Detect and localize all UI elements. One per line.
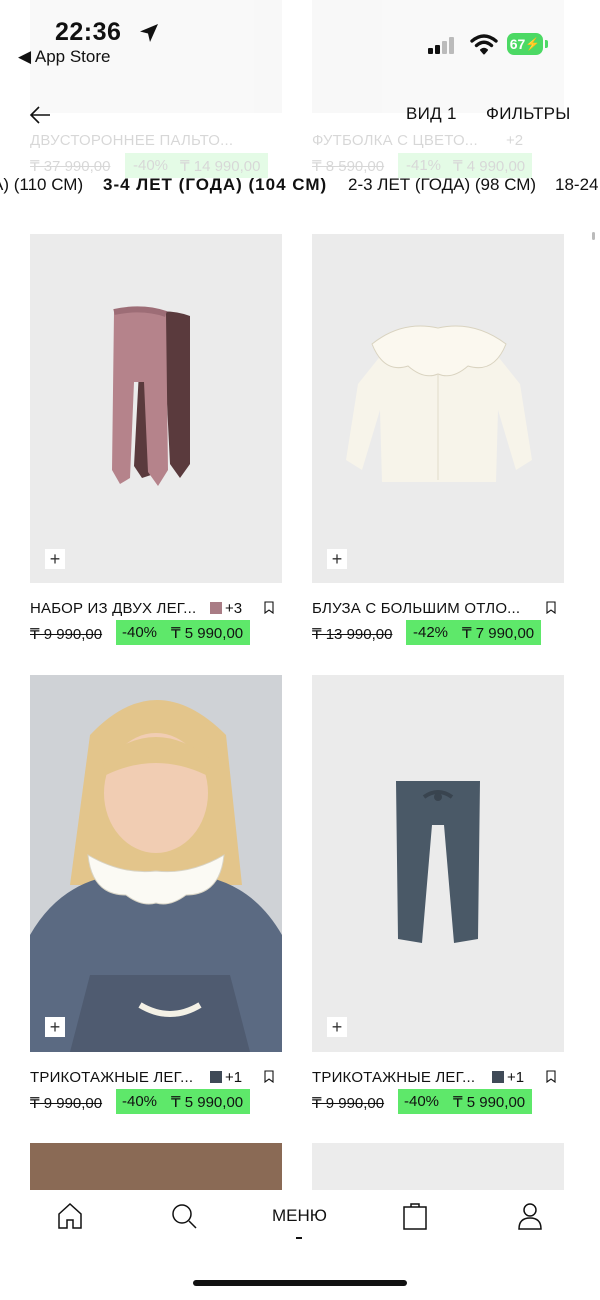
scrollbar[interactable] [592, 232, 595, 240]
sale-price: ₸ 5 990,00 [171, 1093, 244, 1111]
old-price: ₸ 8 590,00 [312, 158, 385, 175]
wifi-icon [470, 34, 498, 55]
product-image[interactable] [30, 1143, 282, 1190]
product-name[interactable]: НАБОР ИЗ ДВУХ ЛЕГ... [30, 600, 196, 617]
view-toggle-button[interactable]: ВИД 1 [406, 104, 457, 124]
menu-active-indicator [296, 1237, 302, 1239]
discount-percent: -40% [404, 1093, 440, 1110]
discount-badge: -40% ₸ 5 990,00 [398, 1089, 532, 1114]
color-count: +3 [225, 600, 243, 617]
blouse-illustration [346, 325, 532, 482]
status-time: 22:36 [55, 18, 122, 46]
product-image[interactable] [312, 1143, 564, 1190]
sale-price: ₸ 5 990,00 [171, 624, 244, 642]
bag-icon[interactable] [402, 1201, 428, 1231]
battery-cap [545, 40, 548, 48]
product-name[interactable]: ТРИКОТАЖНЫЕ ЛЕГ... [312, 1069, 475, 1086]
bookmark-icon[interactable] [546, 601, 556, 614]
discount-percent: -41% [406, 157, 442, 174]
old-price: ₸ 13 990,00 [312, 626, 393, 643]
discount-percent: -42% [413, 624, 449, 641]
color-count: +1 [225, 1069, 243, 1086]
sale-price: ₸ 14 990,00 [180, 157, 261, 175]
product-name[interactable]: БЛУЗА С БОЛЬШИМ ОТЛО... [312, 600, 520, 617]
old-price: ₸ 37 990,00 [30, 158, 111, 175]
discount-badge: -40% ₸ 5 990,00 [116, 1089, 250, 1114]
discount-percent: -40% [133, 157, 169, 174]
discount-percent: -40% [122, 1093, 158, 1110]
sale-price: ₸ 4 990,00 [453, 157, 526, 175]
old-price: ₸ 9 990,00 [30, 1095, 103, 1112]
back-arrow-icon[interactable] [28, 104, 52, 126]
product-image [312, 0, 564, 113]
home-icon[interactable] [57, 1202, 83, 1230]
bookmark-icon[interactable] [264, 601, 274, 614]
product-image[interactable] [30, 234, 282, 583]
add-to-cart-button[interactable]: + [45, 1017, 65, 1037]
color-swatch [210, 602, 222, 614]
sale-price: ₸ 5 990,00 [453, 1093, 526, 1111]
add-to-cart-button[interactable]: + [327, 549, 347, 569]
product-image[interactable] [30, 675, 282, 1052]
battery-indicator: 67 ⚡ [507, 33, 543, 55]
add-to-cart-button[interactable]: + [327, 1017, 347, 1037]
profile-icon[interactable] [517, 1202, 543, 1230]
knit-leggings-illustration [396, 781, 480, 943]
product-image[interactable] [312, 234, 564, 583]
leggings-illustration [112, 306, 190, 486]
old-price: ₸ 9 990,00 [30, 626, 103, 643]
menu-button[interactable]: МЕНЮ [272, 1206, 327, 1226]
girl-photo-illustration [30, 700, 282, 1052]
home-indicator[interactable] [193, 1280, 407, 1286]
size-option[interactable]: 2-3 ЛЕТ (ГОДА) (98 СМ) [348, 175, 536, 195]
discount-percent: -40% [122, 624, 158, 641]
search-icon[interactable] [170, 1202, 198, 1230]
cellular-signal-icon [428, 34, 462, 54]
color-count: +2 [506, 132, 524, 149]
color-count: +1 [507, 1069, 525, 1086]
color-swatch [492, 1071, 504, 1083]
size-filter-strip: А) (110 СМ) 3-4 ЛЕТ (ГОДА) (104 СМ) 2-3 … [0, 175, 600, 199]
back-to-app-store[interactable]: ◀ App Store [18, 47, 110, 67]
product-name: ДВУСТОРОННЕЕ ПАЛЬТО... [30, 132, 234, 149]
bookmark-icon[interactable] [264, 1070, 274, 1083]
product-name: ФУТБОЛКА С ЦВЕТО... [312, 132, 478, 149]
sale-price: ₸ 7 990,00 [462, 624, 535, 642]
discount-badge: -42% ₸ 7 990,00 [406, 620, 541, 645]
color-swatch [210, 1071, 222, 1083]
size-option[interactable]: А) (110 СМ) [0, 175, 83, 195]
bookmark-icon[interactable] [546, 1070, 556, 1083]
location-arrow-icon [140, 24, 158, 42]
add-to-cart-button[interactable]: + [45, 549, 65, 569]
product-image[interactable] [312, 675, 564, 1052]
size-option[interactable]: 18-24 [555, 175, 598, 195]
old-price: ₸ 9 990,00 [312, 1095, 385, 1112]
discount-badge: -40% ₸ 5 990,00 [116, 620, 250, 645]
size-option-selected[interactable]: 3-4 ЛЕТ (ГОДА) (104 СМ) [103, 175, 327, 195]
filters-button[interactable]: ФИЛЬТРЫ [486, 104, 571, 124]
product-name[interactable]: ТРИКОТАЖНЫЕ ЛЕГ... [30, 1069, 193, 1086]
